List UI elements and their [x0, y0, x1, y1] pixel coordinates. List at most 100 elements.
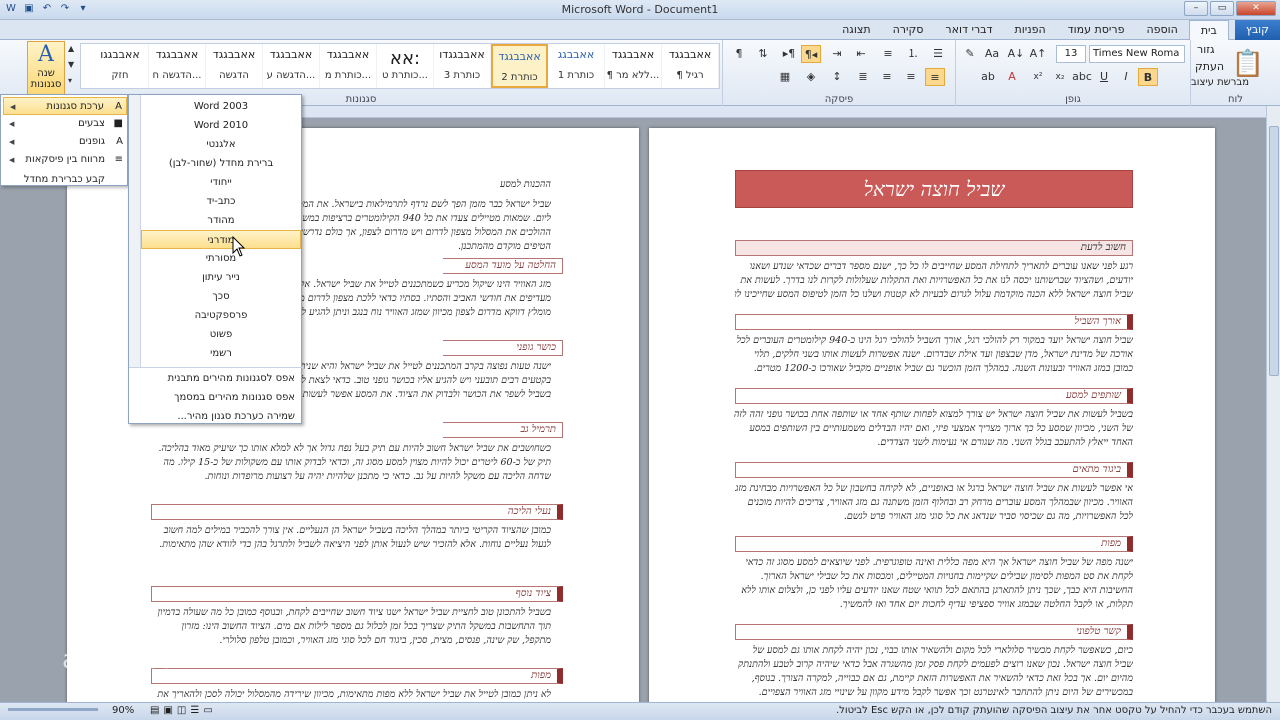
vertical-scrollbar[interactable]	[1266, 106, 1280, 702]
maximize-button[interactable]: ▭	[1210, 1, 1234, 16]
view-fullscreen-icon[interactable]: ▣	[163, 705, 172, 716]
menu-item-label: ערכת סגנונות	[46, 101, 104, 112]
justify-icon[interactable]: ≣	[853, 68, 873, 86]
view-print-layout-icon[interactable]: ▤	[150, 705, 159, 716]
style-set-item[interactable]: ייחודי	[141, 173, 301, 192]
section-heading: אורך השביל	[735, 314, 1133, 330]
style-item[interactable]: אאבבגגד הדגשה	[206, 44, 263, 88]
subscript-button[interactable]: x₂	[1050, 68, 1070, 86]
style-set-footer-item[interactable]: שמירה כערכת סגנון מהיר...	[141, 407, 301, 426]
sort-icon[interactable]: ⇅	[753, 45, 773, 63]
format-painter-button[interactable]: מברשת עיצוב	[1191, 77, 1249, 88]
font-color-icon[interactable]: A	[1002, 68, 1022, 86]
tab-5[interactable]: דברי דואר	[934, 20, 1003, 40]
style-item[interactable]: אאבבגגד הדגשה ע...	[263, 44, 320, 88]
shrink-font-icon[interactable]: A↓	[1006, 45, 1026, 63]
dropdown-scrollbar[interactable]	[129, 95, 141, 367]
align-right-icon[interactable]: ≡	[925, 68, 945, 86]
style-set-item[interactable]: Word 2010	[141, 116, 301, 135]
multilevel-list-icon[interactable]: ≡	[878, 45, 898, 63]
shading-icon[interactable]: ◈	[801, 68, 821, 86]
menu-item-set-as-default[interactable]: קבע כברירת מחדל	[3, 171, 127, 189]
decrease-indent-icon[interactable]: ⇤	[851, 45, 871, 63]
close-button[interactable]: ✕	[1236, 1, 1276, 16]
paragraph-spacing-arrow-icon: ◀	[9, 156, 15, 164]
zoom-slider[interactable]	[8, 708, 98, 711]
align-center-icon[interactable]: ≡	[901, 68, 921, 86]
style-set-item[interactable]: פשוט	[141, 325, 301, 344]
strikethrough-button[interactable]: abc	[1072, 68, 1092, 86]
bullets-icon[interactable]: ☰	[928, 45, 948, 63]
zoom-level[interactable]: 90%	[112, 705, 134, 716]
style-item[interactable]: אאבבגג כותרת 1	[548, 44, 605, 88]
menu-item-paragraph-spacing[interactable]: מרווח בין פיסקאות ◀ ≡	[3, 151, 127, 169]
style-set-item[interactable]: מהודר	[141, 211, 301, 230]
style-item[interactable]: אאבבגגד ¶ ללא מר...	[605, 44, 662, 88]
font-size-combobox[interactable]: 13	[1056, 45, 1086, 63]
highlight-icon[interactable]: ab	[978, 68, 998, 86]
view-web-icon[interactable]: ◫	[177, 705, 186, 716]
view-draft-icon[interactable]: ▭	[203, 705, 212, 716]
clipboard-group: 📋 גזור העתק מברשת עיצוב לוח	[1190, 40, 1280, 106]
style-set-item[interactable]: רשמי	[141, 344, 301, 363]
style-set-item[interactable]: אלגנטי	[141, 135, 301, 154]
underline-button[interactable]: U	[1094, 68, 1114, 86]
bold-button[interactable]: B	[1138, 68, 1158, 86]
italic-button[interactable]: I	[1116, 68, 1136, 86]
show-marks-icon[interactable]: ¶	[729, 45, 749, 63]
clear-formatting-icon[interactable]: ✎	[960, 45, 980, 63]
menu-item-style-set[interactable]: ערכת סגנונות ◀ A	[3, 97, 127, 115]
style-set-item[interactable]: מודרני	[141, 230, 301, 249]
style-item[interactable]: אאבבגגד כותרת מ...	[320, 44, 377, 88]
line-spacing-icon[interactable]: ↕	[827, 68, 847, 86]
increase-indent-icon[interactable]: ⇥	[827, 45, 847, 63]
tab-6[interactable]: סקירה	[882, 20, 935, 40]
rtl-direction-icon[interactable]: ¶◂	[801, 45, 821, 63]
ltr-direction-icon[interactable]: ▸¶	[779, 45, 799, 63]
borders-icon[interactable]: ▦	[775, 68, 795, 86]
numbering-icon[interactable]: ⒈	[903, 45, 923, 63]
tab-2[interactable]: הוספה	[1135, 20, 1188, 40]
font-name-combobox[interactable]: Times New Roma	[1089, 45, 1185, 63]
tab-1[interactable]: בית	[1188, 20, 1229, 41]
change-case-icon[interactable]: Aa	[982, 45, 1002, 63]
superscript-button[interactable]: x²	[1028, 68, 1048, 86]
style-set-item[interactable]: פרספקטיבה	[141, 306, 301, 325]
tab-7[interactable]: תצוגה	[831, 20, 881, 40]
view-outline-icon[interactable]: ☰	[190, 705, 199, 716]
style-set-item[interactable]: נייר עיתון	[141, 268, 301, 287]
scroll-thumb[interactable]	[1269, 126, 1279, 376]
gallery-down-icon[interactable]: ▼	[68, 60, 74, 69]
style-set-item[interactable]: Word 2003	[141, 97, 301, 116]
style-item[interactable]: אאבבגגד ¶ רגיל	[662, 44, 719, 88]
paragraph: שביל חוצה ישראל יועד במקור רק להולכי רגל…	[736, 335, 1133, 374]
style-preview: אאבבגגד	[611, 48, 655, 61]
style-set-item[interactable]: ברירת מחדל (שחור-לבן)	[141, 154, 301, 173]
gallery-more-icon[interactable]: ▾	[68, 76, 72, 85]
minimize-button[interactable]: –	[1184, 1, 1208, 16]
style-item[interactable]: אאבבגגד כותרת 2	[491, 44, 548, 88]
grow-font-icon[interactable]: A↑	[1028, 45, 1048, 63]
change-styles-menu: ערכת סגנונות ◀ A צבעים ◀ ■ גופנים ◀ A מרווח בין פ…	[0, 94, 128, 186]
cut-button[interactable]: גזור	[1197, 43, 1215, 56]
colors-icon: ■	[113, 118, 123, 129]
style-set-footer-item[interactable]: אפס סגנונות מהירים במסמך	[141, 388, 301, 407]
style-item[interactable]: אא: כותרת ט...	[377, 44, 434, 88]
style-set-item[interactable]: מסורתי	[141, 249, 301, 268]
paragraph: רגע לפני שאנו עוברים לתאריך לתחילת המסע …	[734, 261, 1133, 300]
menu-item-colors[interactable]: צבעים ◀ ■	[3, 115, 127, 133]
style-item[interactable]: אאבבגגו חזק	[92, 44, 149, 88]
section-heading: נעלי הליכה	[151, 504, 563, 520]
style-item[interactable]: אאבבגגדו כותרת 3	[434, 44, 491, 88]
style-item[interactable]: אאבבגגד הדגשה ח...	[149, 44, 206, 88]
style-set-footer-item[interactable]: אפס לסגנונות מהירים מתבנית	[141, 369, 301, 388]
style-set-item[interactable]: כתב-יד	[141, 192, 301, 211]
copy-button[interactable]: העתק	[1195, 60, 1224, 73]
tab-0[interactable]: קובץ	[1234, 20, 1280, 40]
align-left-icon[interactable]: ≡	[877, 68, 897, 86]
tab-3[interactable]: פריסת עמוד	[1057, 20, 1136, 40]
tab-4[interactable]: הפניות	[1004, 20, 1057, 40]
style-set-item[interactable]: סכך	[141, 287, 301, 306]
gallery-up-icon[interactable]: ▲	[68, 44, 74, 53]
menu-item-fonts[interactable]: גופנים ◀ A	[3, 133, 127, 151]
